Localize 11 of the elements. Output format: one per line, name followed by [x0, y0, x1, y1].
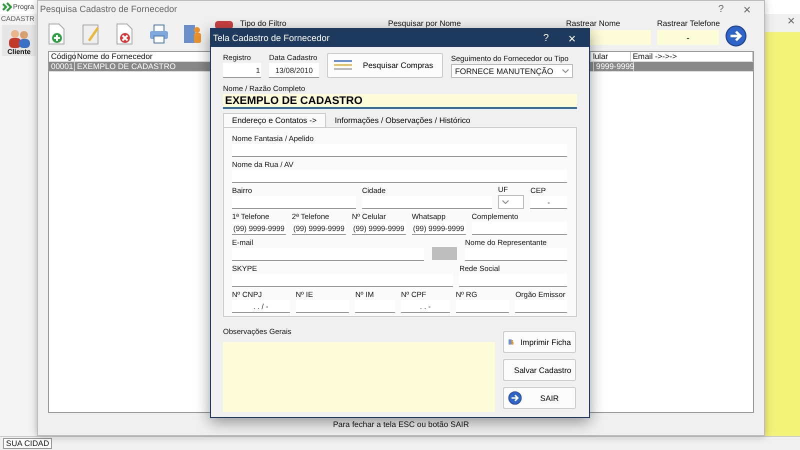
- filter-label: Rastrear Nome: [566, 19, 620, 28]
- window-title: Pesquisa Cadastro de Fornecedor: [40, 4, 178, 14]
- filter-label: Tipo do Filtro: [240, 19, 286, 28]
- table-cell: 00001: [49, 62, 75, 71]
- filter-label: Pesquisar por Nome: [388, 19, 461, 28]
- hint-text: Para fechar a tela ESC ou botão SAIR: [332, 420, 470, 429]
- column-header: Email ->->->: [630, 52, 753, 61]
- dialog-title: Tela Cadastro de Fornecedor: [213, 33, 331, 43]
- status-bar-cell: SUA CIDAD: [3, 438, 52, 449]
- filter-label: Rastrear Telefone: [657, 19, 720, 28]
- column-header: Código: [49, 52, 75, 61]
